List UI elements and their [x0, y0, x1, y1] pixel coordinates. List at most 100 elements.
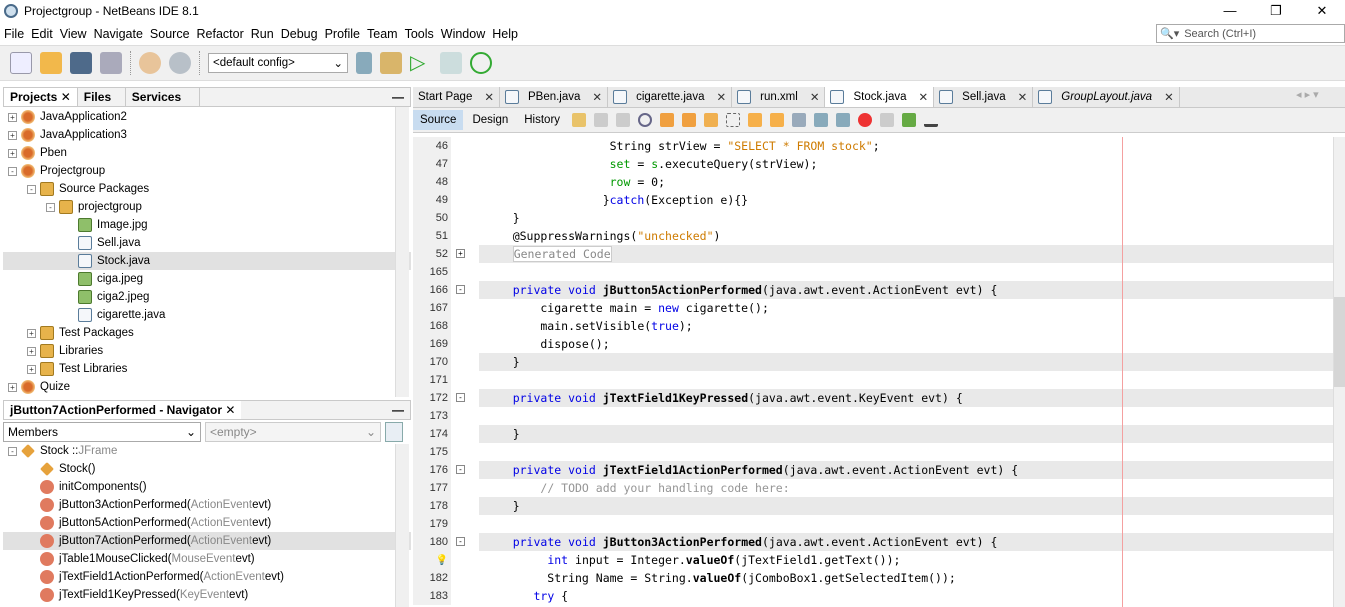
- back-icon[interactable]: [594, 113, 609, 127]
- menu-help[interactable]: Help: [492, 27, 518, 41]
- tab-cigarette-java[interactable]: cigarette.java ✕: [608, 87, 733, 107]
- expand-icon[interactable]: +: [27, 328, 36, 338]
- comment-icon[interactable]: [902, 113, 917, 127]
- tree-item[interactable]: cigarette.java: [3, 306, 411, 324]
- tab-pben-java[interactable]: PBen.java ✕: [500, 87, 609, 107]
- collapse-icon[interactable]: -: [8, 446, 17, 456]
- close-icon[interactable]: ✕: [484, 90, 494, 104]
- navigator-member[interactable]: - Stock :: JFrame: [3, 442, 411, 460]
- expand-fold-icon[interactable]: +: [456, 249, 465, 258]
- forward-icon[interactable]: [616, 113, 631, 127]
- tree-item[interactable]: + Libraries: [3, 342, 411, 360]
- config-select[interactable]: <default config> ⌄: [208, 53, 348, 73]
- tree-item[interactable]: + Quize: [3, 378, 411, 396]
- close-icon[interactable]: ✕: [1164, 90, 1174, 104]
- tab-projects[interactable]: Projects ✕: [4, 88, 78, 106]
- source-mode-button[interactable]: Source: [413, 110, 464, 130]
- find-selection-icon[interactable]: [726, 113, 741, 127]
- tab-sell-java[interactable]: Sell.java ✕: [934, 87, 1034, 107]
- scrollbar[interactable]: [395, 444, 409, 607]
- search-input[interactable]: 🔍▾ Search (Ctrl+I): [1156, 24, 1345, 43]
- expand-icon[interactable]: +: [8, 130, 17, 140]
- expand-icon[interactable]: +: [27, 346, 36, 356]
- minimize-button[interactable]: —: [1207, 0, 1253, 22]
- tab-run-xml[interactable]: run.xml ✕: [732, 87, 826, 107]
- close-icon[interactable]: ✕: [592, 90, 602, 104]
- tree-item[interactable]: Stock.java: [3, 252, 411, 270]
- find-previous-icon[interactable]: [660, 113, 675, 127]
- menu-team[interactable]: Team: [367, 27, 398, 41]
- restore-button[interactable]: ❐: [1253, 0, 1299, 22]
- tab-stock-java[interactable]: Stock.java ✕: [825, 87, 935, 107]
- shift-left-icon[interactable]: [814, 113, 829, 127]
- toggle-highlight-icon[interactable]: [704, 113, 719, 127]
- tree-item[interactable]: - Projectgroup: [3, 162, 411, 180]
- run-icon[interactable]: ▷: [410, 52, 432, 74]
- menu-edit[interactable]: Edit: [31, 27, 53, 41]
- navigator-options-icon[interactable]: [385, 422, 403, 442]
- close-icon[interactable]: ✕: [810, 90, 820, 104]
- menu-window[interactable]: Window: [441, 27, 485, 41]
- close-icon[interactable]: ✕: [716, 90, 726, 104]
- tree-item[interactable]: + JavaApplication3: [3, 126, 411, 144]
- scrollbar-thumb[interactable]: [1334, 297, 1345, 387]
- expand-icon[interactable]: +: [8, 112, 17, 122]
- collapse-icon[interactable]: -: [46, 202, 55, 212]
- filter-select[interactable]: <empty> ⌄: [205, 422, 381, 442]
- scrollbar[interactable]: [395, 107, 409, 397]
- tree-item[interactable]: Image.jpg: [3, 216, 411, 234]
- navigator-member[interactable]: jButton5ActionPerformed(ActionEvent evt): [3, 514, 411, 532]
- menu-refactor[interactable]: Refactor: [197, 27, 244, 41]
- navigator-member[interactable]: jTextField1KeyPressed(KeyEvent evt): [3, 586, 411, 604]
- navigator-member[interactable]: jTable1MouseClicked(MouseEvent evt): [3, 550, 411, 568]
- find-next-icon[interactable]: [682, 113, 697, 127]
- members-select[interactable]: Members ⌄: [3, 422, 201, 442]
- clean-build-icon[interactable]: [380, 52, 402, 74]
- collapse-icon[interactable]: -: [8, 166, 17, 176]
- editor-scrollbar[interactable]: [1333, 137, 1345, 607]
- expand-icon[interactable]: +: [8, 148, 17, 158]
- tree-item[interactable]: + Test Libraries: [3, 360, 411, 378]
- tree-item[interactable]: ciga2.jpeg: [3, 288, 411, 306]
- tree-item[interactable]: + Test Packages: [3, 324, 411, 342]
- navigator-member[interactable]: initComponents(): [3, 478, 411, 496]
- tab-scroll-arrows[interactable]: ◂ ▸ ▾: [1296, 88, 1319, 101]
- tree-item[interactable]: Sell.java: [3, 234, 411, 252]
- close-icon[interactable]: ✕: [919, 90, 929, 104]
- collapse-fold-icon[interactable]: -: [456, 285, 465, 294]
- undo-icon[interactable]: [139, 52, 161, 74]
- menu-file[interactable]: File: [4, 27, 24, 41]
- tree-item[interactable]: - projectgroup: [3, 198, 411, 216]
- menu-source[interactable]: Source: [150, 27, 190, 41]
- close-icon[interactable]: ✕: [61, 90, 71, 104]
- collapse-icon[interactable]: -: [27, 184, 36, 194]
- menu-tools[interactable]: Tools: [405, 27, 434, 41]
- expand-icon[interactable]: +: [8, 382, 17, 392]
- menu-run[interactable]: Run: [251, 27, 274, 41]
- shift-right-icon[interactable]: [836, 113, 851, 127]
- previous-bookmark-icon[interactable]: [748, 113, 763, 127]
- design-mode-button[interactable]: Design: [465, 110, 515, 130]
- collapse-fold-icon[interactable]: -: [456, 393, 465, 402]
- menu-navigate[interactable]: Navigate: [94, 27, 143, 41]
- collapse-fold-icon[interactable]: -: [456, 537, 465, 546]
- history-mode-button[interactable]: History: [517, 110, 567, 130]
- collapse-fold-icon[interactable]: -: [456, 465, 465, 474]
- tree-item[interactable]: ciga.jpeg: [3, 270, 411, 288]
- stop-macro-icon[interactable]: [880, 113, 895, 127]
- next-bookmark-icon[interactable]: [770, 113, 785, 127]
- close-button[interactable]: ✕: [1299, 0, 1345, 22]
- minimize-panel-icon[interactable]: —: [392, 90, 410, 104]
- last-edit-icon[interactable]: [572, 113, 587, 127]
- close-icon[interactable]: ✕: [1018, 90, 1028, 104]
- open-project-icon[interactable]: [70, 52, 92, 74]
- tab-start-page[interactable]: Start Page ✕: [413, 87, 500, 107]
- navigator-member[interactable]: jButton7ActionPerformed(ActionEvent evt): [3, 532, 411, 550]
- menu-view[interactable]: View: [60, 27, 87, 41]
- start-macro-icon[interactable]: [858, 113, 873, 127]
- expand-icon[interactable]: +: [27, 364, 36, 374]
- tree-item[interactable]: + Pben: [3, 144, 411, 162]
- tree-item[interactable]: - Source Packages: [3, 180, 411, 198]
- close-icon[interactable]: ✕: [225, 403, 235, 417]
- new-project-icon[interactable]: [40, 52, 62, 74]
